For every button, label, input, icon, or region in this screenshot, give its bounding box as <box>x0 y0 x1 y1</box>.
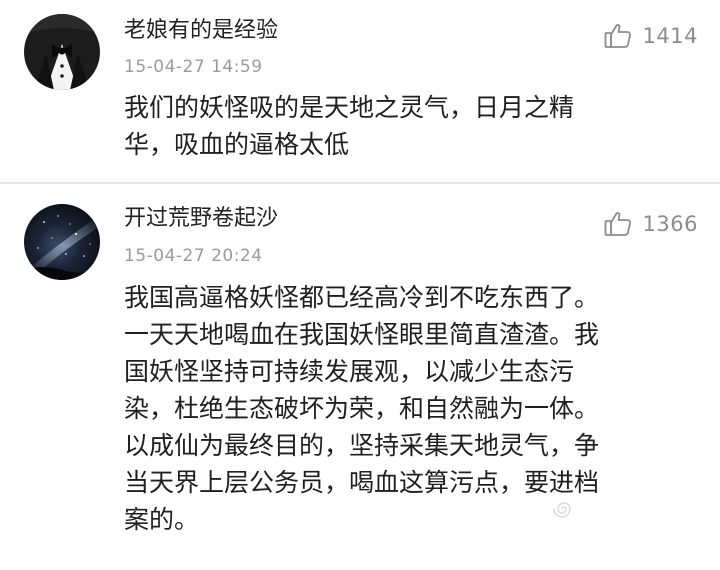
starry-night-avatar-icon <box>24 204 100 280</box>
like-button[interactable]: 1414 <box>603 21 698 51</box>
comment-text-line: 我国高逼格妖怪都已经高冷到不吃东西了。 <box>124 283 600 312</box>
like-button[interactable]: 1366 <box>603 209 698 239</box>
comment-text: 我们的妖怪吸的是天地之灵气，日月之精 华，吸血的逼格太低 <box>124 89 690 163</box>
timestamp: 15-04-27 14:59 <box>124 57 263 77</box>
comment-text-line: 以成仙为最终目的，坚持采集天地灵气，争 <box>124 431 600 460</box>
comment-text-line: 华，吸血的逼格太低 <box>124 130 350 159</box>
watermark-spiral-icon <box>553 502 571 518</box>
tuxedo-bowtie-avatar-icon <box>24 14 100 90</box>
comment-text-line: 案的。 <box>124 505 200 534</box>
avatar[interactable] <box>24 14 100 90</box>
like-count: 1414 <box>642 24 698 48</box>
comment-text-line: 当天界上层公务员，喝血这算污点，要进档 <box>124 468 600 497</box>
thumbs-up-icon <box>604 212 631 236</box>
comment-text-line: 国妖怪坚持可持续发展观，以减少生态污 <box>124 357 575 386</box>
comment-feed: 老娘有的是经验 15-04-27 14:59 1414 我们的妖怪吸的是天地之灵… <box>0 0 720 570</box>
comment-text-line: 染，杜绝生态破坏为荣，和自然融为一体。 <box>124 394 600 423</box>
comment-item: 老娘有的是经验 15-04-27 14:59 1414 我们的妖怪吸的是天地之灵… <box>0 0 720 183</box>
username[interactable]: 开过荒野卷起沙 <box>124 206 278 232</box>
timestamp: 15-04-27 20:24 <box>124 246 263 266</box>
comment-text: 我国高逼格妖怪都已经高冷到不吃东西了。 一天天地喝血在我国妖怪眼里简直渣渣。我 … <box>124 279 690 538</box>
comment-text-line: 一天天地喝血在我国妖怪眼里简直渣渣。我 <box>124 320 600 349</box>
comment-text-line: 我们的妖怪吸的是天地之灵气，日月之精 <box>124 93 575 122</box>
thumbs-up-icon <box>604 24 631 48</box>
username[interactable]: 老娘有的是经验 <box>124 18 278 44</box>
comment-item: 开过荒野卷起沙 15-04-27 20:24 1366 我国高逼格妖怪都已经高冷… <box>0 184 720 570</box>
like-count: 1366 <box>642 212 698 236</box>
avatar[interactable] <box>24 204 100 280</box>
